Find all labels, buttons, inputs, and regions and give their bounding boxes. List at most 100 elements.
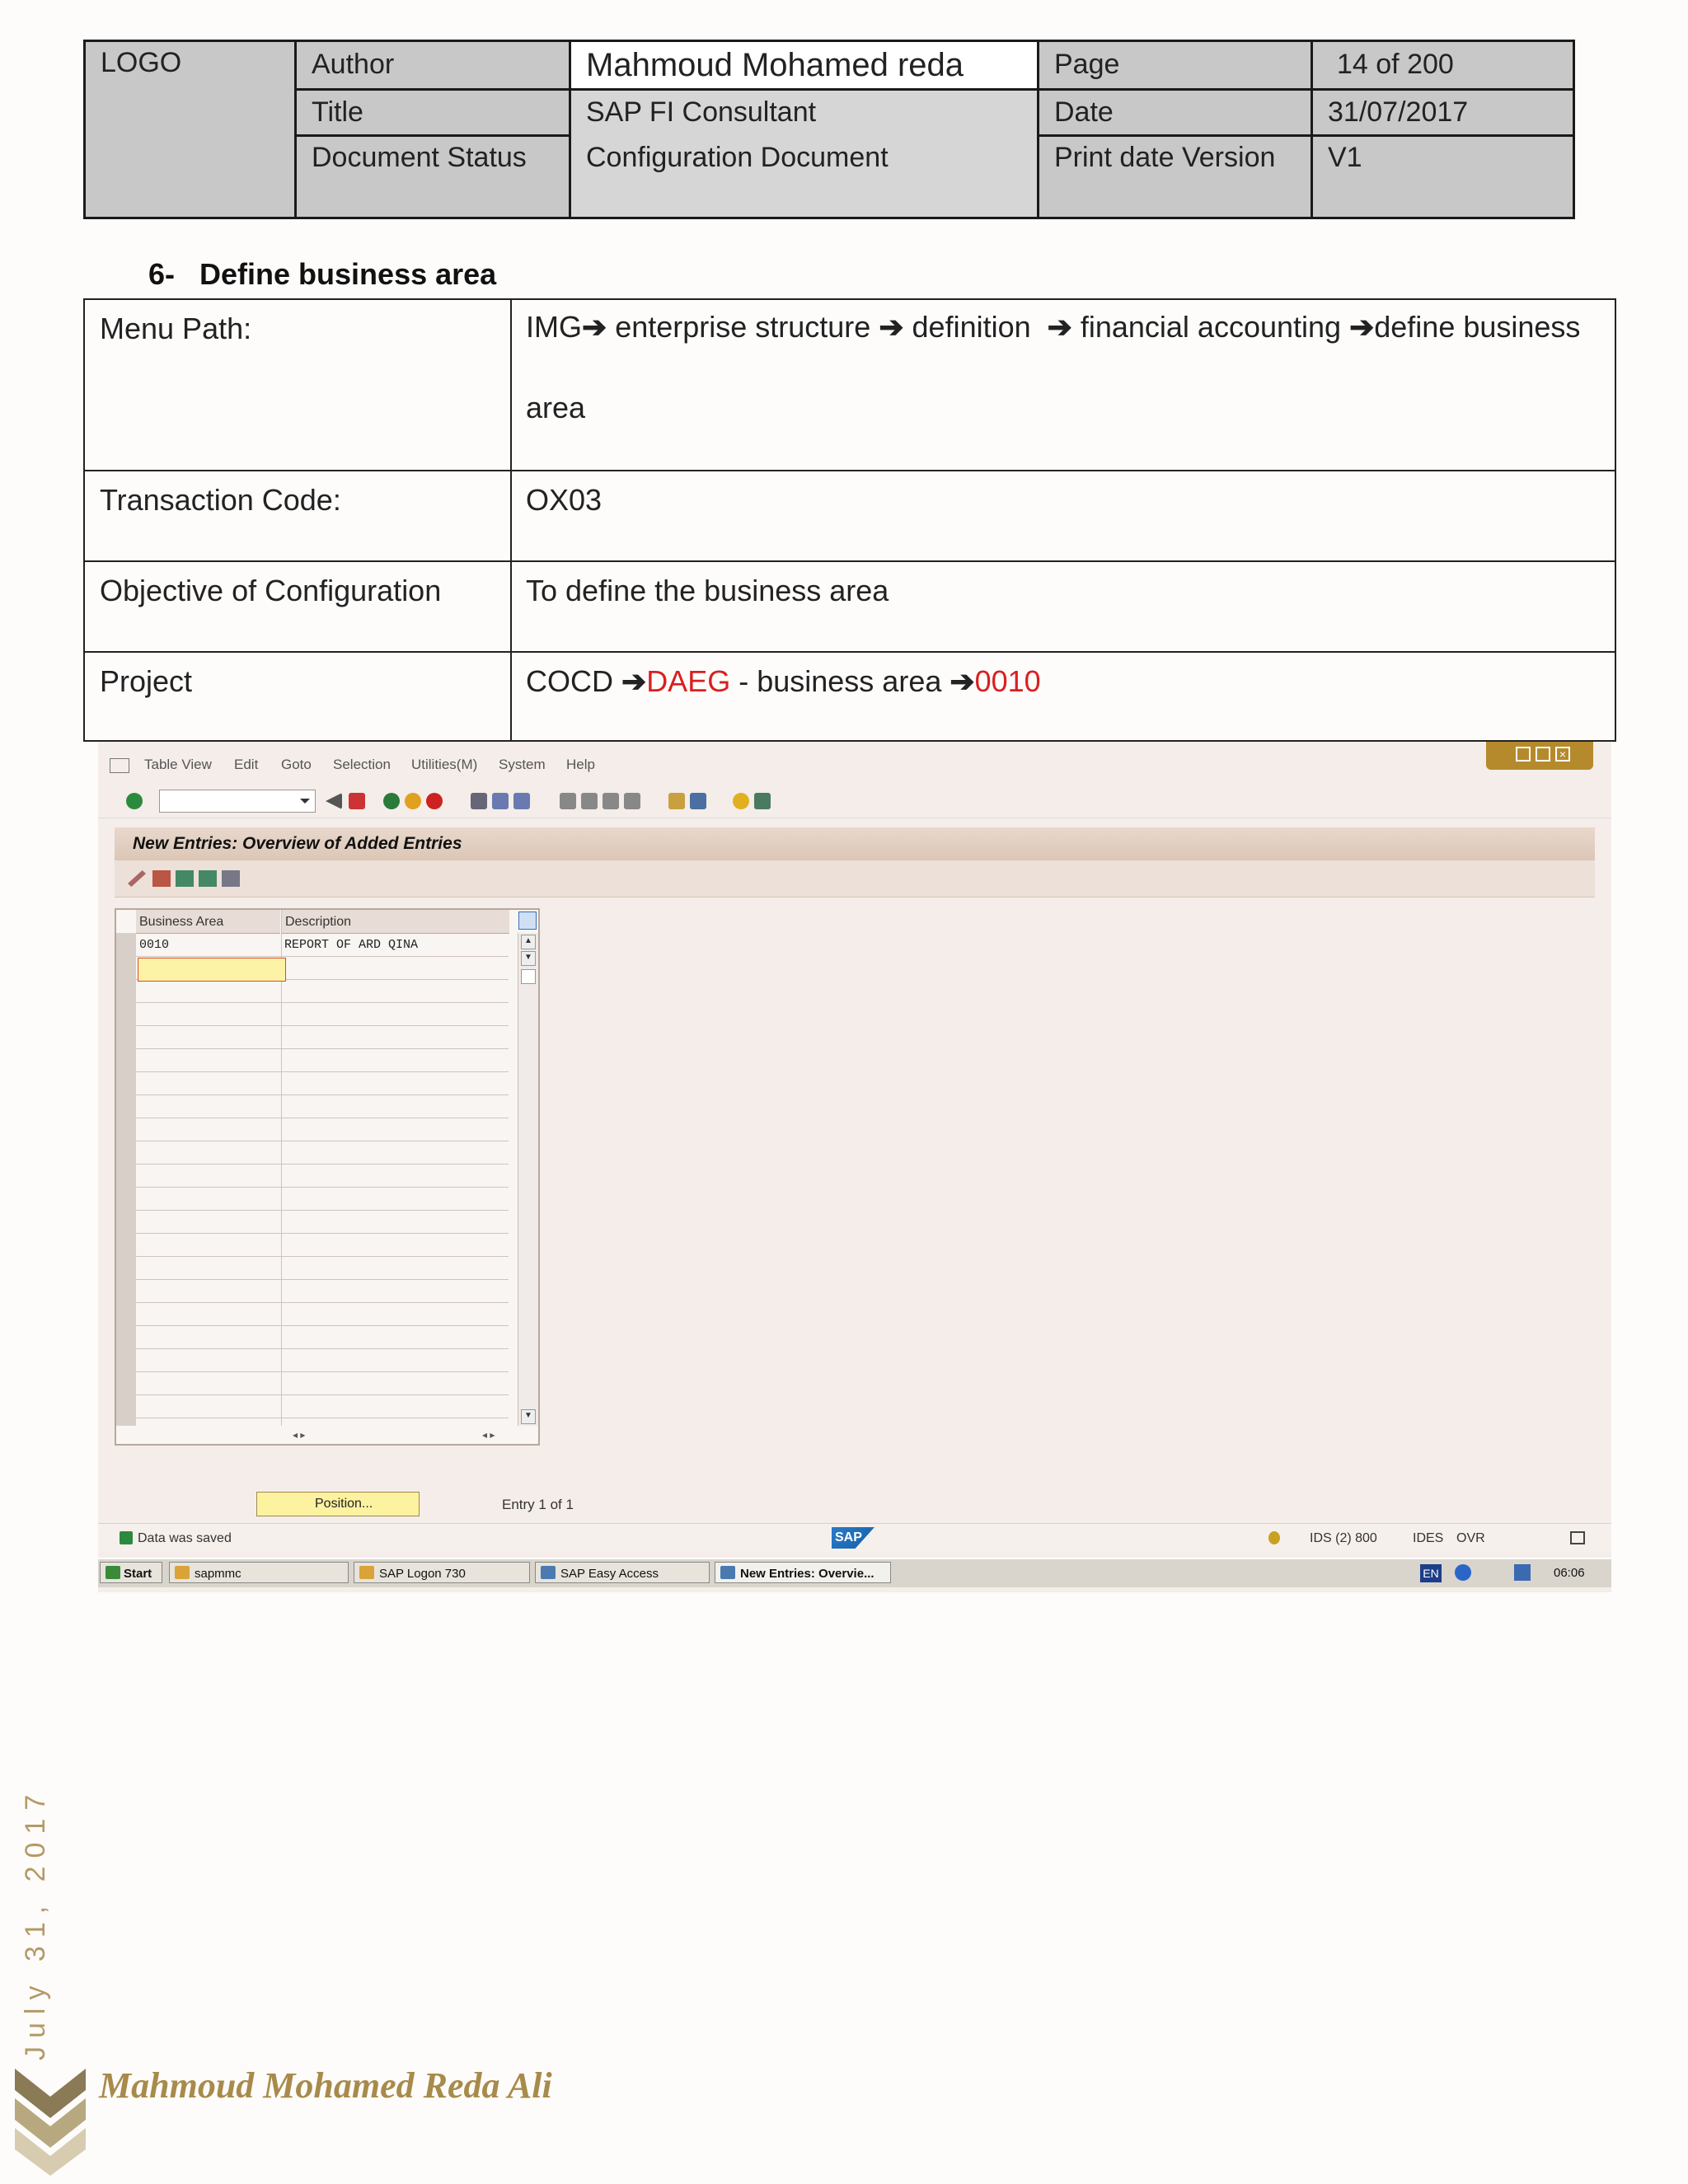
table-row-divider [136,1048,509,1049]
delete-icon[interactable] [199,870,217,887]
date-value: 31/07/2017 [1328,96,1469,128]
taskbar-item-sapmmc[interactable]: sapmmc [169,1562,349,1583]
menu-path-label: Menu Path: [100,312,252,345]
cancel-icon[interactable] [426,793,443,809]
title-label: Title [312,96,363,128]
vertical-scrollbar[interactable]: ▲ ▼ ▼ [518,933,538,1426]
print-icon[interactable] [471,793,487,809]
taskbar-item-new-entries[interactable]: New Entries: Overvie... [715,1562,891,1583]
arrow-icon: ➔ [1047,310,1072,344]
menu-selection[interactable]: Selection [333,757,391,773]
new-entry-input[interactable] [138,958,286,982]
enter-icon[interactable] [126,793,143,809]
project-label: Project [100,664,193,698]
horizontal-scrollbar[interactable]: ◂ ▸ ◂ ▸ [136,1427,518,1444]
scroll-up-icon[interactable]: ▲ [521,935,536,949]
language-indicator[interactable]: EN [1420,1564,1442,1582]
table-settings-icon[interactable] [518,912,537,930]
first-page-icon[interactable] [560,793,576,809]
undo-change-icon[interactable] [222,870,240,887]
date-label: Date [1054,96,1114,128]
entry-counter: Entry 1 of 1 [502,1497,574,1512]
layout-menu-icon[interactable] [754,793,771,809]
position-button[interactable]: Position... [256,1492,420,1516]
table-cell-description[interactable]: REPORT OF ARD QINA [284,938,418,952]
help-tray-icon[interactable] [1455,1564,1471,1581]
change-display-icon[interactable] [128,870,146,887]
application-toolbar [115,860,1595,898]
previous-page-icon[interactable] [581,793,598,809]
minimize-icon[interactable] [1516,747,1531,762]
menu-table-view[interactable]: Table View [144,757,212,773]
arrow-icon: ➔ [582,310,607,344]
table-row-divider [136,1002,509,1003]
help-icon[interactable] [733,793,749,809]
table-row-divider [136,1094,509,1095]
column-header-description[interactable]: Description [281,910,509,934]
exit-icon[interactable] [405,793,421,809]
next-page-icon[interactable] [603,793,619,809]
help-hint-icon[interactable] [1268,1531,1280,1544]
logo-placeholder: LOGO [101,47,182,78]
menu-help[interactable]: Help [566,757,595,773]
transaction-value: OX03 [526,483,603,517]
project-row: Project COCD ➔DAEG - business area ➔0010 [85,653,1615,742]
sap-menu-bar: Table View Edit Goto Selection Utilities… [98,753,1611,778]
menu-icon[interactable] [110,758,129,773]
find-next-icon[interactable] [513,793,530,809]
menu-system[interactable]: System [499,757,546,773]
table-row-divider [136,1394,509,1395]
menu-goto[interactable]: Goto [281,757,312,773]
restore-icon[interactable] [1536,747,1550,762]
new-session-icon[interactable] [668,793,685,809]
table-row-divider [136,1071,509,1072]
windows-taskbar: Start sapmmc SAP Logon 730 SAP Easy Acce… [98,1558,1611,1587]
footer-author-signature: Mahmoud Mohamed Reda Ali [99,2065,552,2106]
close-icon[interactable]: × [1555,747,1570,762]
taskbar-item-sap-easy-access[interactable]: SAP Easy Access [535,1562,710,1583]
last-page-icon[interactable] [624,793,640,809]
start-button[interactable]: Start [100,1562,162,1583]
copy-icon[interactable] [176,870,194,887]
back-icon[interactable] [383,793,400,809]
sap-standard-toolbar [98,785,1611,818]
footer-vertical-date: July 31, 2017 [20,1786,51,2060]
lock-icon[interactable] [1570,1531,1585,1544]
back-arrow-icon[interactable] [326,793,342,809]
find-icon[interactable] [492,793,509,809]
shortcut-icon[interactable] [690,793,706,809]
menu-utilities[interactable]: Utilities(M) [411,757,477,773]
screen-title-bar: New Entries: Overview of Added Entries [115,827,1595,860]
menu-path-value: IMG➔ enterprise structure ➔ definition ➔… [526,310,1581,424]
network-tray-icon[interactable] [1514,1564,1531,1581]
section-title-text: Define business area [199,257,497,291]
row-selector-column[interactable] [116,933,136,1426]
taskbar-item-sap-logon[interactable]: SAP Logon 730 [354,1562,530,1583]
new-entries-icon[interactable] [152,870,171,887]
version-label: Print date Version [1054,142,1276,173]
scroll-down-icon[interactable]: ▼ [521,951,536,966]
objective-row: Objective of Configuration To define the… [85,562,1615,653]
document-header-table: LOGO Author Mahmoud Mohamed reda Page 14… [83,40,1575,219]
table-cell-business-area[interactable]: 0010 [139,938,169,952]
document-page: { "header": { "logo": "LOGO", "author_la… [0,0,1688,2184]
status-label: Document Status [312,142,527,173]
scroll-down-bottom-icon[interactable]: ▼ [521,1409,536,1424]
column-header-business-area[interactable]: Business Area [136,910,280,934]
table-row-divider [136,1164,509,1165]
menu-edit[interactable]: Edit [234,757,258,773]
transaction-label: Transaction Code: [100,483,341,517]
status-value: Configuration Document [586,142,889,173]
menu-path-row: Menu Path: IMG➔ enterprise structure ➔ d… [85,300,1615,471]
page-value: 14 of 200 [1337,49,1454,80]
business-area-table: Business Area Description 0010 REPORT OF… [115,908,540,1446]
command-field[interactable] [159,790,316,813]
system-info[interactable]: IDS (2) 800 [1310,1531,1377,1546]
table-row-divider [136,1210,509,1211]
scroll-thumb[interactable] [521,969,536,984]
table-row-divider [136,1025,509,1026]
insert-mode[interactable]: OVR [1456,1531,1485,1546]
author-value: Mahmoud Mohamed reda [586,47,964,83]
project-value: COCD ➔DAEG - business area ➔0010 [526,664,1041,698]
save-icon[interactable] [349,793,365,809]
